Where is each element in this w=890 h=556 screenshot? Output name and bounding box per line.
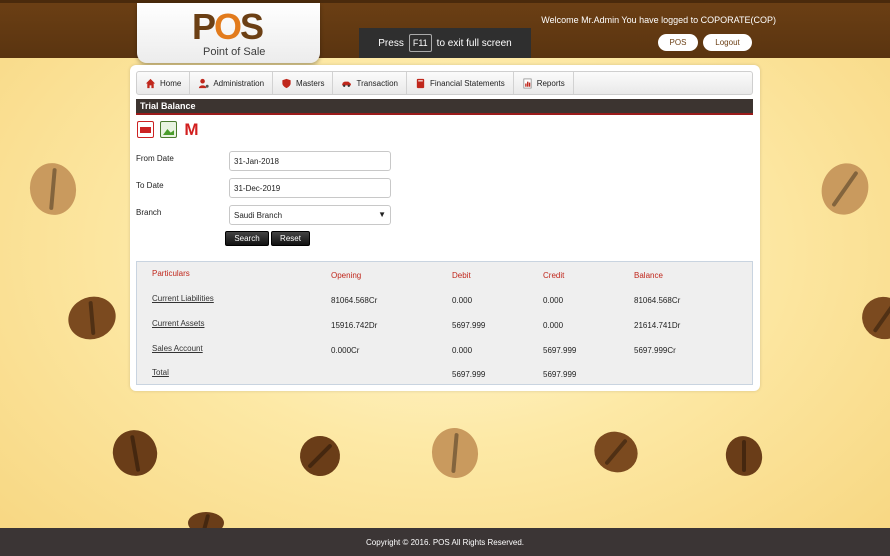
menu-item-reports[interactable]: Reports xyxy=(514,72,574,94)
branch-selected-value: Saudi Branch xyxy=(234,210,283,220)
logout-button[interactable]: Logout xyxy=(703,34,752,51)
menu-item-transaction[interactable]: Transaction xyxy=(333,72,407,94)
menu-item-financial-statements[interactable]: Financial Statements xyxy=(407,72,514,94)
account-link-current-liabilities[interactable]: Current Liabilities xyxy=(152,294,214,303)
image-export-icon[interactable] xyxy=(160,121,177,138)
table-cell-balance: 81064.568Cr xyxy=(634,296,681,305)
f11-key: F11 xyxy=(408,34,432,52)
table-cell-credit: 5697.999 xyxy=(543,346,577,355)
coffee-bean-decoration xyxy=(428,424,482,482)
coffee-bean-decoration xyxy=(587,424,645,480)
fullscreen-suffix: to exit full screen xyxy=(436,37,512,49)
export-toolbar: M xyxy=(137,121,200,138)
welcome-message: Welcome Mr.Admin You have logged to COPO… xyxy=(541,15,776,25)
page-title: Trial Balance xyxy=(136,99,753,115)
table-cell-debit: 5697.999 xyxy=(452,370,486,379)
main-panel: Home Administration Masters Transaction … xyxy=(130,65,760,391)
menu-item-label: Reports xyxy=(536,78,565,88)
table-cell-debit: 0.000 xyxy=(452,296,473,305)
coffee-bean-decoration xyxy=(62,290,122,346)
coffee-bean-decoration xyxy=(856,290,890,346)
account-link-current-assets[interactable]: Current Assets xyxy=(152,319,204,328)
coffee-bean-decoration xyxy=(814,156,876,222)
menu-item-administration[interactable]: Administration xyxy=(190,72,274,94)
menu-item-masters[interactable]: Masters xyxy=(273,72,334,94)
table-cell-balance: 21614.741Dr xyxy=(634,321,681,330)
pos-button[interactable]: POS xyxy=(658,34,698,51)
footer: Copyright © 2016. POS All Rights Reserve… xyxy=(0,528,890,556)
fullscreen-prefix: Press xyxy=(378,37,404,49)
reset-button[interactable]: Reset xyxy=(271,231,310,246)
coffee-bean-decoration xyxy=(105,422,165,484)
table-cell-debit: 5697.999 xyxy=(452,321,486,330)
column-header-debit: Debit xyxy=(452,271,471,280)
menu-item-label: Transaction xyxy=(356,78,398,88)
pdf-icon[interactable] xyxy=(137,121,154,138)
coffee-bean-decoration xyxy=(292,428,348,484)
report-icon xyxy=(523,78,532,88)
to-date-label: To Date xyxy=(136,181,164,190)
fullscreen-notice: Press F11 to exit full screen xyxy=(359,28,531,58)
branch-label: Branch xyxy=(136,208,162,217)
menu-item-label: Masters xyxy=(296,78,325,88)
table-cell-credit: 5697.999 xyxy=(543,370,577,379)
logo: POS Point of Sale xyxy=(137,3,320,63)
gmail-icon[interactable]: M xyxy=(183,121,200,138)
copyright-text: Copyright © 2016. POS All Rights Reserve… xyxy=(366,537,524,547)
logo-subtitle: Point of Sale xyxy=(203,46,266,58)
table-cell-credit: 0.000 xyxy=(543,296,564,305)
chevron-down-icon: ▼ xyxy=(378,210,386,219)
main-menu: Home Administration Masters Transaction … xyxy=(136,71,753,95)
coffee-bean-decoration xyxy=(25,159,81,219)
column-header-balance: Balance xyxy=(634,271,663,280)
account-link-total[interactable]: Total xyxy=(152,368,169,377)
logo-mark: POS xyxy=(192,6,264,47)
shield-icon xyxy=(282,78,291,88)
table-cell-opening: 81064.568Cr xyxy=(331,296,378,305)
to-date-field[interactable]: 31-Dec-2019 xyxy=(229,178,391,198)
column-header-opening: Opening xyxy=(331,271,362,280)
book-icon xyxy=(416,78,425,88)
table-cell-balance: 5697.999Cr xyxy=(634,346,676,355)
column-header-credit: Credit xyxy=(543,271,565,280)
menu-item-label: Financial Statements xyxy=(429,78,505,88)
user-icon xyxy=(199,78,209,88)
coffee-bean-decoration xyxy=(721,432,767,480)
table-cell-debit: 0.000 xyxy=(452,346,473,355)
menu-item-home[interactable]: Home xyxy=(137,72,191,94)
car-icon xyxy=(342,81,352,87)
column-header-particulars: Particulars xyxy=(152,269,190,278)
account-link-sales-account[interactable]: Sales Account xyxy=(152,344,203,353)
from-date-label: From Date xyxy=(136,154,174,163)
branch-select[interactable]: Saudi Branch ▼ xyxy=(229,205,391,225)
trial-balance-table: Particulars Opening Debit Credit Balance… xyxy=(136,261,753,385)
from-date-field[interactable]: 31-Jan-2018 xyxy=(229,151,391,171)
home-icon xyxy=(145,78,156,88)
table-cell-opening: 15916.742Dr xyxy=(331,321,378,330)
menu-item-label: Administration xyxy=(213,78,265,88)
menu-item-label: Home xyxy=(160,78,182,88)
search-button[interactable]: Search xyxy=(225,231,269,246)
table-cell-credit: 0.000 xyxy=(543,321,564,330)
table-cell-opening: 0.000Cr xyxy=(331,346,360,355)
